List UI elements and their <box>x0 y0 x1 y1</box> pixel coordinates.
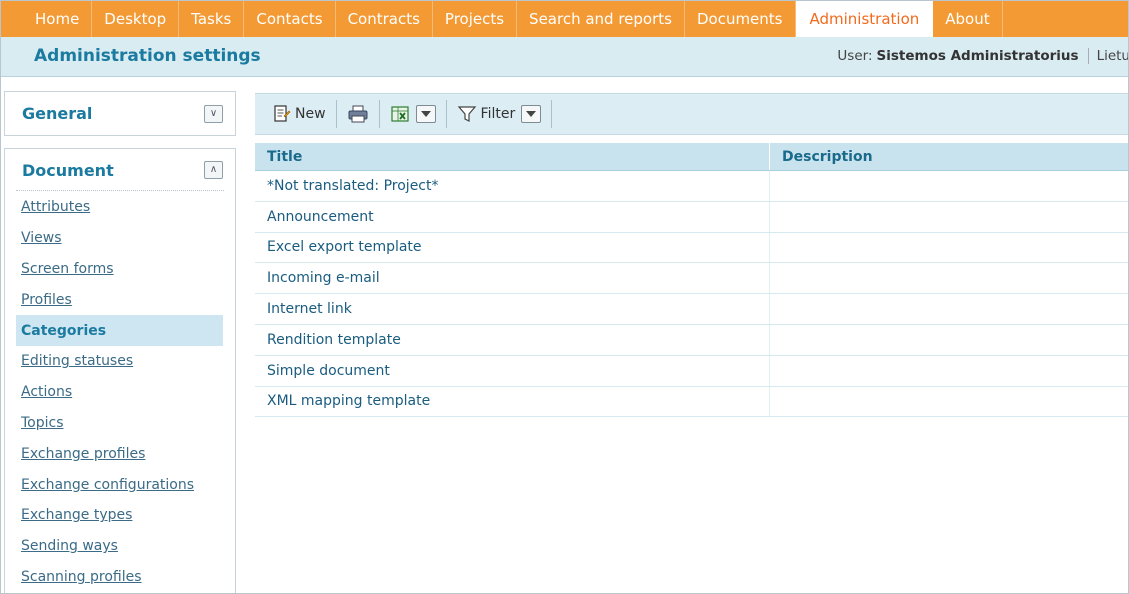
tab-contacts[interactable]: Contacts <box>244 1 336 37</box>
filter-dropdown[interactable] <box>521 105 542 123</box>
row-description <box>770 233 1128 263</box>
app-window: Home Desktop Tasks Contacts Contracts Pr… <box>0 0 1129 594</box>
row-description <box>770 294 1128 324</box>
document-panel-label: Document <box>22 161 114 180</box>
table-row[interactable]: Incoming e-mail <box>255 263 1128 295</box>
sidebar-item-categories[interactable]: Categories <box>16 315 223 346</box>
filter-button-label: Filter <box>480 106 516 122</box>
toolbar-separator <box>445 100 447 128</box>
sidebar: General ∨ Document ∧ Attributes Views Sc… <box>4 91 236 593</box>
sidebar-item-screen-forms[interactable]: Screen forms <box>16 254 223 285</box>
document-panel-header[interactable]: Document ∧ <box>16 149 224 191</box>
user-info: User: Sistemos Administratorius Lietu <box>837 48 1128 64</box>
chevron-double-down-icon[interactable]: ∨ <box>204 105 223 123</box>
new-document-icon <box>274 105 291 122</box>
categories-table: Title Description *Not translated: Proje… <box>255 143 1128 418</box>
sidebar-item-attributes[interactable]: Attributes <box>16 192 223 223</box>
sidebar-item-views[interactable]: Views <box>16 223 223 254</box>
table-row[interactable]: Simple document <box>255 355 1128 387</box>
page-header: Administration settings User: Sistemos A… <box>1 37 1128 77</box>
row-title[interactable]: Simple document <box>255 355 770 386</box>
row-title[interactable]: Rendition template <box>255 324 770 355</box>
new-button-label: New <box>295 106 326 122</box>
document-panel: Document ∧ Attributes Views Screen forms… <box>4 148 236 593</box>
sidebar-item-topics[interactable]: Topics <box>16 408 223 439</box>
tab-projects[interactable]: Projects <box>433 1 518 37</box>
table-row[interactable]: *Not translated: Project* <box>255 171 1128 202</box>
row-title[interactable]: *Not translated: Project* <box>255 171 770 201</box>
row-description <box>770 356 1128 386</box>
row-title[interactable]: Announcement <box>255 201 770 232</box>
sidebar-item-actions[interactable]: Actions <box>16 377 223 408</box>
sidebar-item-scanning-profiles[interactable]: Scanning profiles <box>16 562 223 593</box>
row-title[interactable]: Internet link <box>255 294 770 324</box>
row-description <box>770 325 1128 355</box>
tab-documents[interactable]: Documents <box>685 1 796 37</box>
sidebar-item-editing-statuses[interactable]: Editing statuses <box>16 346 223 377</box>
column-header-description[interactable]: Description <box>770 143 1128 170</box>
row-description <box>770 202 1128 232</box>
chevron-double-up-icon[interactable]: ∧ <box>204 161 223 179</box>
toolbar-separator <box>551 100 553 128</box>
filter-funnel-icon <box>457 106 476 122</box>
language-link[interactable]: Lietu <box>1087 48 1128 64</box>
row-title[interactable]: Incoming e-mail <box>255 263 770 294</box>
sidebar-item-exchange-profiles[interactable]: Exchange profiles <box>16 438 223 469</box>
tab-tasks[interactable]: Tasks <box>179 1 245 37</box>
new-button[interactable]: New <box>263 99 334 129</box>
user-prefix: User: <box>837 48 873 64</box>
top-navigation: Home Desktop Tasks Contacts Contracts Pr… <box>1 1 1128 37</box>
table-row[interactable]: Internet link <box>255 294 1128 325</box>
printer-icon <box>348 105 368 123</box>
tab-contracts[interactable]: Contracts <box>336 1 433 37</box>
table-row[interactable]: XML mapping template <box>255 386 1128 418</box>
toolbar-separator <box>378 100 380 128</box>
sidebar-item-exchange-types[interactable]: Exchange types <box>16 500 223 531</box>
general-panel-header[interactable]: General ∨ <box>4 91 236 136</box>
row-description <box>770 171 1128 201</box>
table-row[interactable]: Rendition template <box>255 324 1128 356</box>
sidebar-item-exchange-configurations[interactable]: Exchange configurations <box>16 469 223 500</box>
column-header-title[interactable]: Title <box>255 143 770 170</box>
print-button[interactable] <box>339 99 377 129</box>
tab-search-and-reports[interactable]: Search and reports <box>517 1 685 37</box>
tab-administration[interactable]: Administration <box>795 1 934 37</box>
tab-home[interactable]: Home <box>23 1 93 37</box>
row-title[interactable]: XML mapping template <box>255 386 770 417</box>
excel-export-button[interactable] <box>382 99 444 129</box>
row-title[interactable]: Excel export template <box>255 232 770 263</box>
toolbar-separator <box>335 100 337 128</box>
user-name[interactable]: Sistemos Administratorius <box>877 48 1079 64</box>
document-settings-list: Attributes Views Screen forms Profiles C… <box>5 192 235 592</box>
toolbar: New Filter <box>255 93 1128 135</box>
page-title: Administration settings <box>34 46 261 66</box>
general-panel-label: General <box>22 104 93 123</box>
tab-about[interactable]: About <box>933 1 1003 37</box>
row-description <box>770 387 1128 417</box>
excel-export-dropdown[interactable] <box>415 105 436 123</box>
excel-icon <box>390 106 409 122</box>
sidebar-item-profiles[interactable]: Profiles <box>16 284 223 315</box>
table-header: Title Description <box>255 143 1128 171</box>
filter-button[interactable]: Filter <box>449 99 550 129</box>
tab-desktop[interactable]: Desktop <box>92 1 180 37</box>
sidebar-item-sending-ways[interactable]: Sending ways <box>16 531 223 562</box>
table-row[interactable]: Announcement <box>255 201 1128 233</box>
table-row[interactable]: Excel export template <box>255 232 1128 264</box>
row-description <box>770 263 1128 293</box>
